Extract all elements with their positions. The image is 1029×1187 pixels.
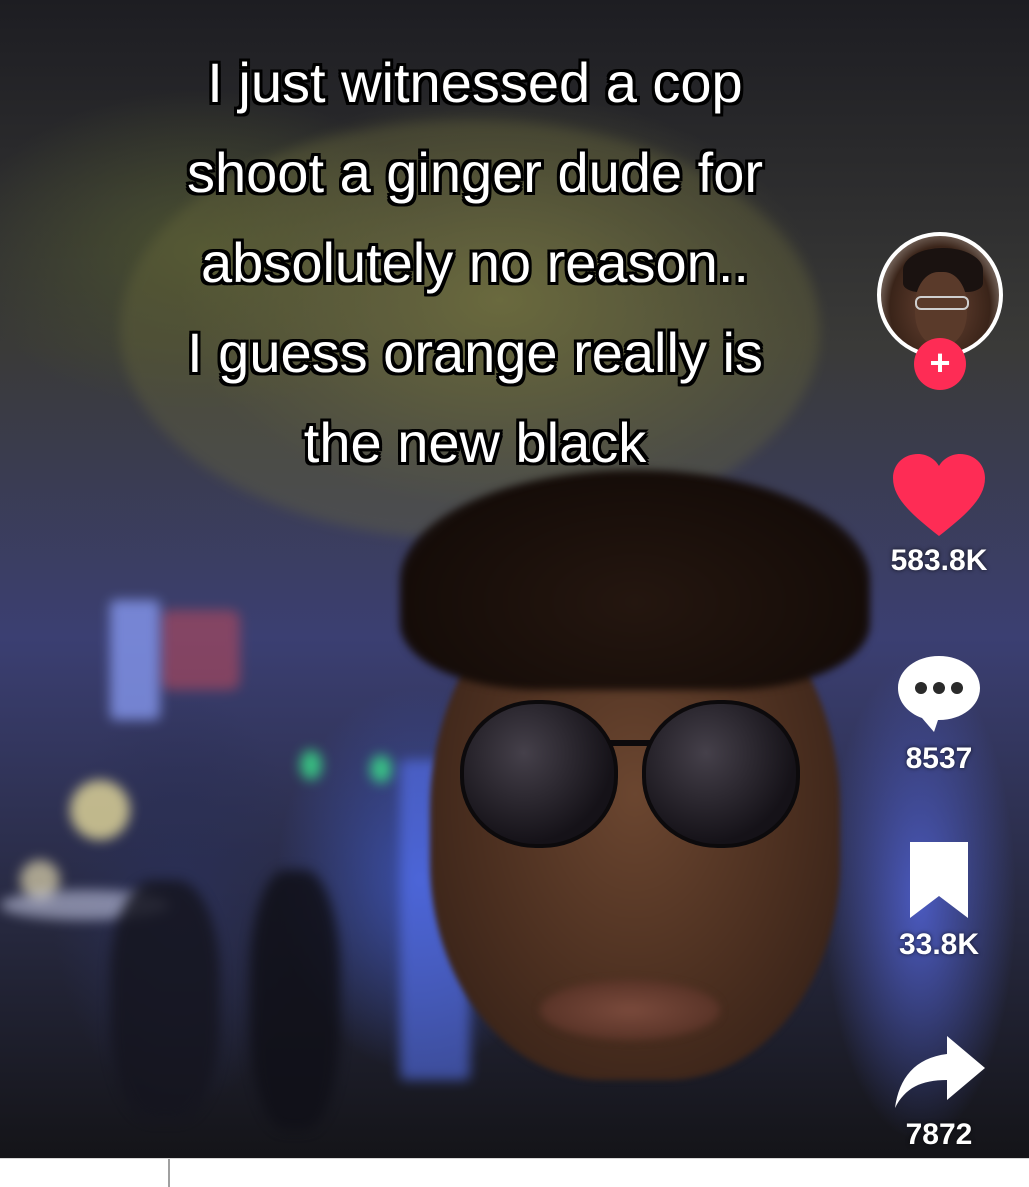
caption-line: shoot a ginger dude for [187, 141, 763, 204]
save-button[interactable]: 33.8K [869, 838, 1009, 962]
blue-panel [110, 600, 160, 720]
bottom-tab[interactable] [0, 1159, 170, 1187]
sunglasses [460, 700, 800, 850]
bottom-strip [0, 1158, 1029, 1187]
pedestrian [250, 870, 340, 1130]
sunglasses-bridge [610, 740, 650, 746]
video-caption: I just witnessed a cop shoot a ginger du… [60, 38, 890, 488]
comment-button[interactable]: 8537 [869, 652, 1009, 776]
like-count: 583.8K [890, 544, 988, 577]
share-arrow-icon [895, 1036, 985, 1108]
caption-line: I just witnessed a cop [207, 51, 743, 114]
share-button[interactable]: 7872 [869, 1032, 1009, 1152]
caption-line: I guess orange really is [187, 321, 763, 384]
sunglasses-left-lens [460, 700, 618, 848]
follow-button[interactable]: + [914, 338, 966, 390]
shop-sign [160, 610, 240, 690]
heart-icon [893, 454, 985, 536]
sunglasses-right-lens [642, 700, 800, 848]
bookmark-icon [910, 842, 968, 918]
video-frame[interactable]: I just witnessed a cop shoot a ginger du… [0, 0, 1029, 1158]
traffic-light [370, 755, 392, 783]
like-button[interactable]: 583.8K [869, 452, 1009, 578]
street-light [70, 780, 130, 840]
traffic-light [300, 750, 322, 780]
person-mouth [540, 980, 720, 1040]
comment-count: 8537 [905, 742, 973, 775]
comment-bubble-icon [898, 656, 980, 732]
share-count: 7872 [905, 1118, 973, 1151]
caption-line: absolutely no reason.. [201, 231, 749, 294]
caption-line: the new black [303, 411, 647, 474]
action-rail: + 583.8K 8537 33.8K 7872 [869, 232, 1009, 1158]
avatar-glasses [915, 296, 969, 310]
save-count: 33.8K [898, 928, 980, 961]
pedestrian [110, 880, 220, 1120]
person-hair [400, 470, 870, 690]
